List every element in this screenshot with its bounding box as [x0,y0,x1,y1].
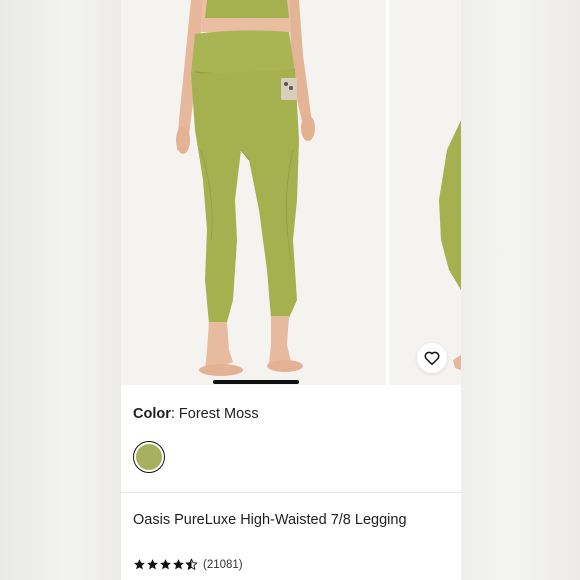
color-swatch-fill [136,444,162,470]
carousel-indicator [213,380,299,384]
review-count: (21081) [203,558,243,571]
background-right [461,0,580,580]
color-swatch-selected[interactable] [133,441,165,473]
product-page: Color: Forest Moss Oasis PureLuxe High-W… [121,0,461,580]
rating-stars [133,558,198,571]
product-image-front[interactable] [121,0,386,385]
heart-outline-icon [424,351,440,366]
section-divider [121,492,461,493]
color-label: Color [133,406,171,422]
star-half-icon [185,558,198,570]
product-image-side[interactable] [389,0,461,385]
star-full-icon [160,559,171,570]
color-selector-label: Color: Forest Moss [133,406,259,422]
star-full-icon [147,559,158,570]
model-side-illustration [389,0,461,385]
star-full-icon [134,559,145,570]
color-value: : Forest Moss [170,406,259,422]
star-full-icon [173,559,184,570]
wishlist-button[interactable] [417,343,447,373]
background-left [0,0,121,580]
image-carousel[interactable] [121,0,461,385]
model-front-illustration [121,0,386,385]
product-rating[interactable]: (21081) [133,558,243,571]
product-title: Oasis PureLuxe High-Waisted 7/8 Legging [133,512,407,528]
